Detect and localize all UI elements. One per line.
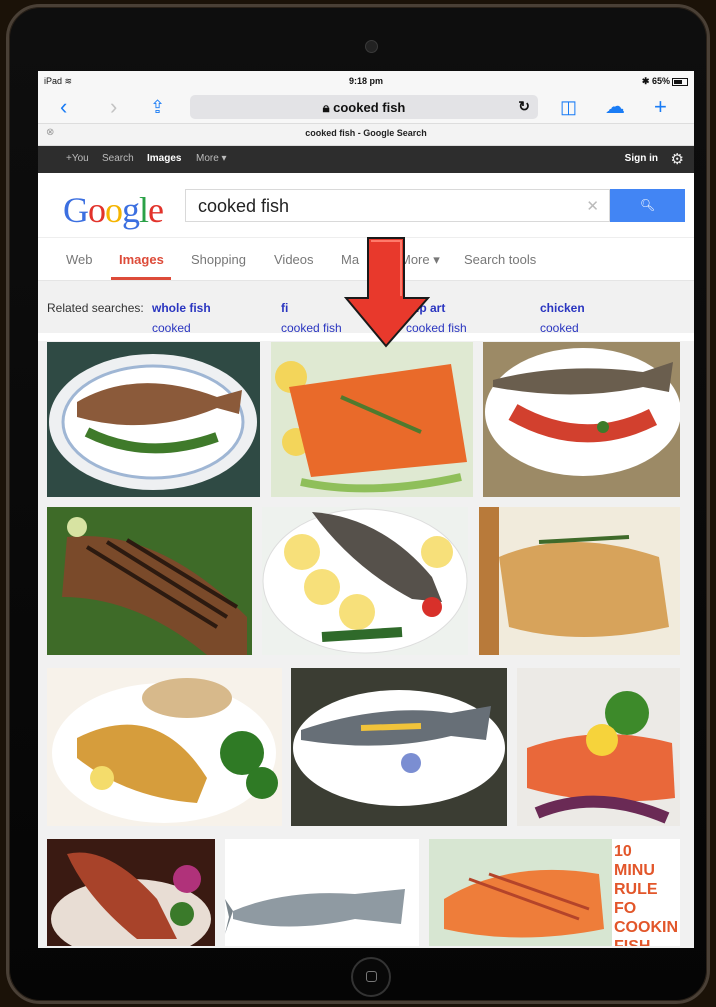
related-link-chicken[interactable]: cooked chicken [540, 301, 585, 335]
tab-title[interactable]: cooked fish - Google Search [38, 128, 694, 138]
image-result-11[interactable] [225, 839, 419, 946]
image-result-4[interactable] [47, 507, 252, 655]
bookmarks-icon[interactable]: ◫ [560, 91, 577, 123]
arrow-down-icon [344, 237, 430, 348]
battery-icon [672, 77, 688, 86]
cloud-tabs-icon[interactable]: ☁︎ [605, 91, 625, 123]
screen: iPad ≋ 9:18 pm ✱ 65% ‹ › ⇪ 🔒︎ cooked fis… [38, 71, 694, 948]
google-bar: +You Search Images More ▾ Sign in ⚙ [38, 146, 694, 173]
clear-icon[interactable]: ✕ [586, 197, 599, 215]
image-result-2[interactable] [271, 342, 473, 497]
image-result-8[interactable] [291, 668, 507, 826]
image-result-7[interactable] [47, 668, 282, 826]
tab-bar: ⊗ cooked fish - Google Search [38, 123, 694, 146]
address-text: cooked fish [333, 100, 406, 115]
search-query: cooked fish [198, 196, 290, 216]
reload-icon[interactable]: ↻ [518, 98, 530, 115]
bluetooth-icon: ✱ [641, 76, 650, 86]
image-results-grid: 10 MINU RULE FO COOKIN FISH. [38, 341, 694, 948]
image-result-12[interactable]: 10 MINU RULE FO COOKIN FISH. [429, 839, 680, 946]
related-link-whole-fish[interactable]: cooked whole fish [152, 301, 211, 335]
tab-web[interactable]: Web [66, 252, 93, 267]
lock-icon: 🔒︎ [322, 100, 330, 115]
tab-images[interactable]: Images [119, 252, 164, 267]
gear-icon[interactable]: ⚙ [671, 150, 684, 168]
home-button[interactable] [351, 957, 391, 997]
related-label: Related searches: [47, 301, 144, 315]
image-result-5[interactable] [262, 507, 468, 655]
image-result-10[interactable] [47, 839, 215, 946]
sign-in-link[interactable]: Sign in [625, 153, 658, 164]
related-link-fish-fi[interactable]: cooked fish fi [281, 301, 342, 335]
gbar-more[interactable]: More ▾ [196, 153, 227, 164]
gbar-search[interactable]: Search [102, 153, 134, 164]
clock: 9:18 pm [348, 76, 383, 86]
address-bar[interactable]: 🔒︎ cooked fish ↻ [190, 95, 538, 119]
camera [365, 40, 378, 53]
image-result-3[interactable] [483, 342, 680, 497]
tab-shopping[interactable]: Shopping [191, 252, 246, 267]
search-button[interactable]: 🔍︎ [610, 189, 685, 222]
back-icon[interactable]: ‹ [60, 91, 67, 123]
active-tab-underline [111, 277, 171, 280]
image-result-6[interactable] [479, 507, 680, 655]
gbar-plus-you[interactable]: +You [66, 153, 89, 164]
google-logo[interactable]: Google [63, 189, 164, 231]
battery-percent: 65% [651, 76, 670, 86]
tab-search-tools[interactable]: Search tools [464, 252, 536, 267]
search-input[interactable]: cooked fish ✕ [185, 189, 610, 222]
search-header: Google cooked fish ✕ 🔍︎ [38, 173, 694, 238]
status-bar: iPad ≋ 9:18 pm ✱ 65% [38, 71, 694, 91]
new-tab-icon[interactable]: + [654, 91, 667, 123]
image-result-1[interactable] [47, 342, 260, 497]
search-icon: 🔍︎ [639, 198, 656, 212]
forward-icon[interactable]: › [110, 91, 117, 123]
gbar-images[interactable]: Images [147, 153, 181, 164]
image-result-9[interactable] [517, 668, 680, 826]
share-icon[interactable]: ⇪ [150, 91, 165, 123]
overlay-text: 10 MINU RULE FO COOKIN FISH. [614, 843, 678, 946]
tab-videos[interactable]: Videos [274, 252, 314, 267]
safari-toolbar: ‹ › ⇪ 🔒︎ cooked fish ↻ ◫ ☁︎ + [38, 91, 694, 123]
